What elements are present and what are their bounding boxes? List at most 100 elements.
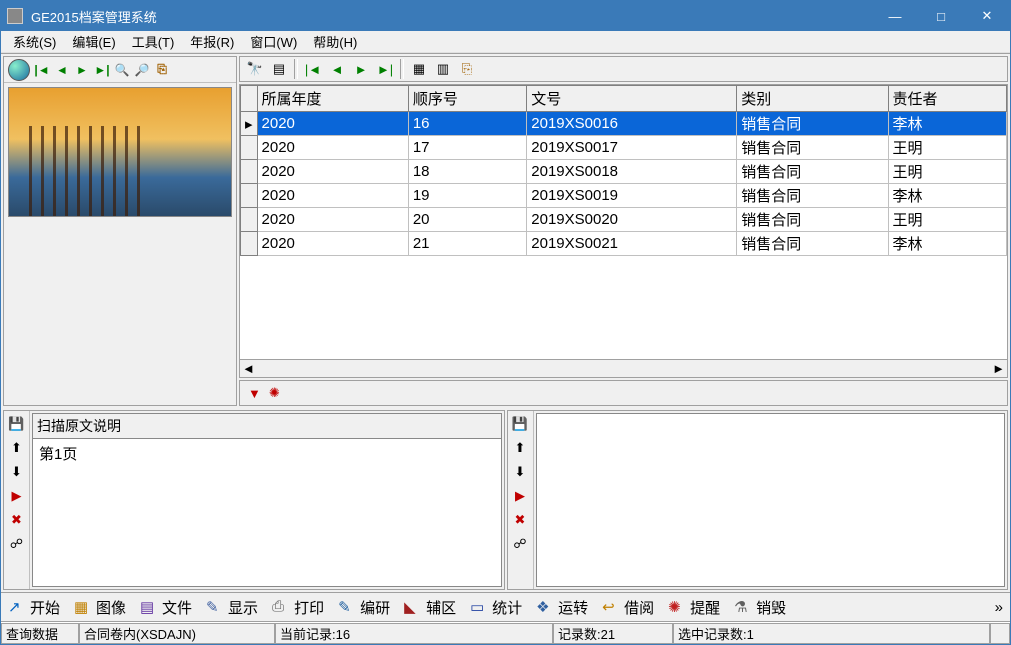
- grid-first-icon[interactable]: |◄: [304, 60, 322, 78]
- cell-doc[interactable]: 2019XS0017: [527, 136, 737, 160]
- cell-type[interactable]: 销售合同: [737, 184, 888, 208]
- aux-body[interactable]: [537, 414, 1005, 586]
- action-提醒[interactable]: ✺提醒: [661, 594, 727, 620]
- cell-year[interactable]: 2020: [257, 208, 408, 232]
- menu-system[interactable]: 系统(S): [5, 30, 64, 53]
- table-row[interactable]: ▸2020162019XS0016销售合同李林: [241, 112, 1007, 136]
- table-row[interactable]: 2020192019XS0019销售合同李林: [241, 184, 1007, 208]
- up-arrow-icon[interactable]: ⬆: [511, 439, 529, 457]
- action-打印[interactable]: ⎙打印: [265, 594, 331, 620]
- cell-year[interactable]: 2020: [257, 160, 408, 184]
- zoom-in-icon[interactable]: 🔍: [114, 63, 130, 77]
- col-0[interactable]: 所属年度: [257, 86, 408, 112]
- col-2[interactable]: 文号: [527, 86, 737, 112]
- cell-seq[interactable]: 20: [408, 208, 526, 232]
- maximize-button[interactable]: □: [918, 1, 964, 31]
- save-icon[interactable]: 💾: [8, 415, 26, 433]
- menu-edit[interactable]: 编辑(E): [64, 30, 123, 53]
- action-显示[interactable]: ✎显示: [199, 594, 265, 620]
- table-row[interactable]: 2020202019XS0020销售合同王明: [241, 208, 1007, 232]
- delete-icon[interactable]: ✖: [511, 511, 529, 529]
- grid-prev-icon[interactable]: ◄: [328, 60, 346, 78]
- cell-doc[interactable]: 2019XS0019: [527, 184, 737, 208]
- door-exit-icon[interactable]: ⎘: [458, 60, 476, 78]
- col-1[interactable]: 顺序号: [408, 86, 526, 112]
- cell-owner[interactable]: 李林: [888, 112, 1006, 136]
- grid-last-icon[interactable]: ►|: [376, 60, 394, 78]
- nav-next-icon[interactable]: ►: [74, 63, 90, 77]
- cell-doc[interactable]: 2019XS0016: [527, 112, 737, 136]
- nav-prev-icon[interactable]: ◄: [54, 63, 70, 77]
- action-文件[interactable]: ▤文件: [133, 594, 199, 620]
- grid-next-icon[interactable]: ►: [352, 60, 370, 78]
- table-row[interactable]: 2020182019XS0018销售合同王明: [241, 160, 1007, 184]
- cell-year[interactable]: 2020: [257, 184, 408, 208]
- action-运转[interactable]: ❖运转: [529, 594, 595, 620]
- col-4[interactable]: 责任者: [888, 86, 1006, 112]
- cell-owner[interactable]: 王明: [888, 208, 1006, 232]
- menu-help[interactable]: 帮助(H): [305, 30, 365, 53]
- minimize-button[interactable]: —: [872, 1, 918, 31]
- grid-scrollbar[interactable]: ◄ ►: [240, 359, 1007, 377]
- zoom-out-icon[interactable]: 🔎: [134, 63, 150, 77]
- action-图像[interactable]: ▦图像: [67, 594, 133, 620]
- delete-icon[interactable]: ✖: [8, 511, 26, 529]
- cell-year[interactable]: 2020: [257, 136, 408, 160]
- cell-owner[interactable]: 李林: [888, 232, 1006, 256]
- cell-type[interactable]: 销售合同: [737, 160, 888, 184]
- nav-last-icon[interactable]: ►|: [94, 63, 110, 77]
- action-编研[interactable]: ✎编研: [331, 594, 397, 620]
- cell-doc[interactable]: 2019XS0021: [527, 232, 737, 256]
- exit-icon[interactable]: ⎘: [154, 62, 170, 77]
- menu-window[interactable]: 窗口(W): [242, 30, 305, 53]
- cell-seq[interactable]: 21: [408, 232, 526, 256]
- scroll-right-icon[interactable]: ►: [992, 361, 1005, 376]
- cell-owner[interactable]: 王明: [888, 136, 1006, 160]
- cell-type[interactable]: 销售合同: [737, 136, 888, 160]
- up-arrow-icon[interactable]: ⬆: [8, 439, 26, 457]
- menu-report[interactable]: 年报(R): [182, 30, 242, 53]
- action-统计[interactable]: ▭统计: [463, 594, 529, 620]
- link-icon[interactable]: ☍: [511, 535, 529, 553]
- close-button[interactable]: ✕: [964, 1, 1010, 31]
- scan-body[interactable]: 第1页: [33, 439, 501, 586]
- table-row[interactable]: 2020172019XS0017销售合同王明: [241, 136, 1007, 160]
- cell-year[interactable]: 2020: [257, 232, 408, 256]
- columns-icon[interactable]: ▥: [434, 60, 452, 78]
- grid-icon[interactable]: ▦: [410, 60, 428, 78]
- cards-icon[interactable]: ▤: [270, 60, 288, 78]
- nav-first-icon[interactable]: |◄: [34, 63, 50, 77]
- image-preview[interactable]: [8, 87, 232, 217]
- play-icon[interactable]: ▶: [511, 487, 529, 505]
- data-grid[interactable]: 所属年度顺序号文号类别责任者 ▸2020162019XS0016销售合同李林20…: [239, 84, 1008, 378]
- cell-seq[interactable]: 17: [408, 136, 526, 160]
- binoculars-icon[interactable]: 🔭: [246, 60, 264, 78]
- action-销毁[interactable]: ⚗销毁: [727, 594, 793, 620]
- cell-owner[interactable]: 李林: [888, 184, 1006, 208]
- cell-type[interactable]: 销售合同: [737, 208, 888, 232]
- filter-funnel-icon[interactable]: ▼: [248, 386, 261, 401]
- play-icon[interactable]: ▶: [8, 487, 26, 505]
- down-arrow-icon[interactable]: ⬇: [511, 463, 529, 481]
- table-row[interactable]: 2020212019XS0021销售合同李林: [241, 232, 1007, 256]
- cell-type[interactable]: 销售合同: [737, 112, 888, 136]
- cell-seq[interactable]: 19: [408, 184, 526, 208]
- toolbar-overflow[interactable]: »: [988, 594, 1010, 620]
- save-icon[interactable]: 💾: [511, 415, 529, 433]
- col-3[interactable]: 类别: [737, 86, 888, 112]
- cell-type[interactable]: 销售合同: [737, 232, 888, 256]
- filter-gear-icon[interactable]: ✺: [269, 385, 280, 401]
- action-借阅[interactable]: ↩借阅: [595, 594, 661, 620]
- globe-icon[interactable]: [8, 59, 30, 81]
- cell-owner[interactable]: 王明: [888, 160, 1006, 184]
- down-arrow-icon[interactable]: ⬇: [8, 463, 26, 481]
- menu-tools[interactable]: 工具(T): [124, 30, 183, 53]
- cell-seq[interactable]: 16: [408, 112, 526, 136]
- cell-year[interactable]: 2020: [257, 112, 408, 136]
- cell-seq[interactable]: 18: [408, 160, 526, 184]
- action-辅区[interactable]: ◣辅区: [397, 594, 463, 620]
- scroll-left-icon[interactable]: ◄: [242, 361, 255, 376]
- cell-doc[interactable]: 2019XS0020: [527, 208, 737, 232]
- cell-doc[interactable]: 2019XS0018: [527, 160, 737, 184]
- action-开始[interactable]: ↗开始: [1, 594, 67, 620]
